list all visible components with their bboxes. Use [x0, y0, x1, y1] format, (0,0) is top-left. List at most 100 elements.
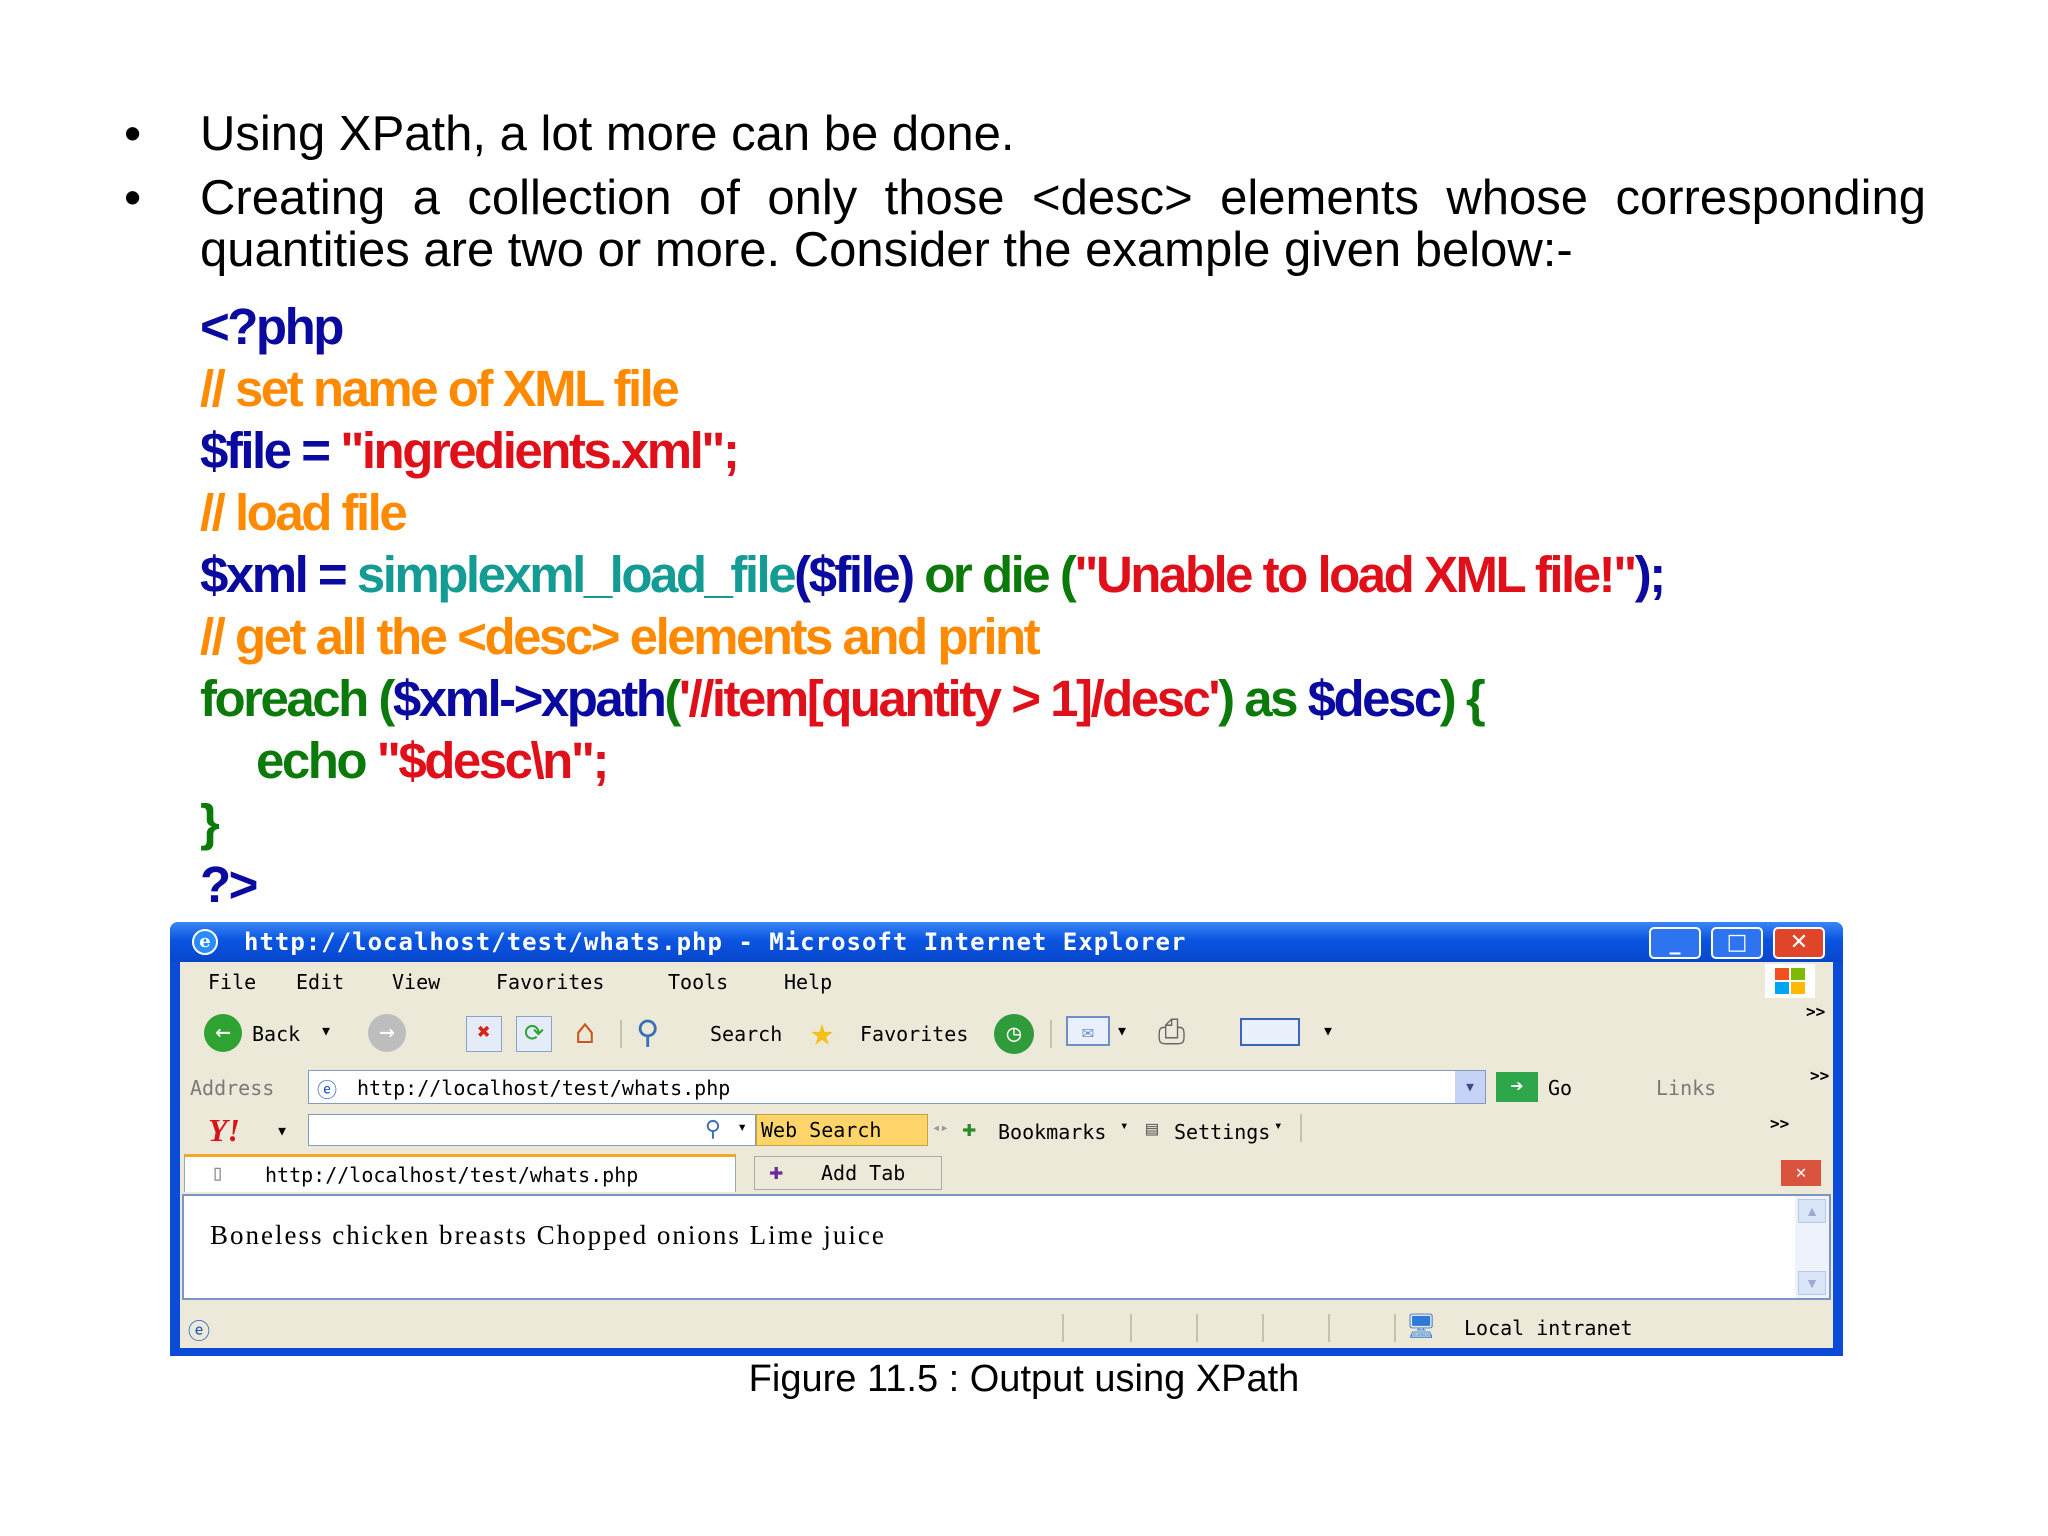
status-separator — [1328, 1314, 1330, 1342]
code-token: "ingredients.xml"; — [340, 422, 740, 479]
code-token: $xml->xpath — [392, 670, 667, 727]
home-icon[interactable]: ⌂ — [564, 1014, 606, 1052]
back-button[interactable]: Back — [252, 1022, 300, 1046]
code-line: ?> — [200, 856, 258, 913]
menu-edit[interactable]: Edit — [296, 970, 344, 994]
address-field[interactable]: ⓔ http://localhost/test/whats.php ▾ — [308, 1070, 1486, 1104]
bookmarks-dropdown-icon[interactable]: ▾ — [1120, 1118, 1128, 1134]
bullet-list: • Using XPath, a lot more can be done. •… — [116, 108, 1926, 288]
code-comment: // load file — [200, 484, 408, 541]
back-dropdown-icon[interactable]: ▾ — [320, 1018, 332, 1042]
edit-dropdown-icon[interactable]: ▾ — [1322, 1018, 1334, 1042]
code-token: ( — [1059, 546, 1077, 603]
print-icon[interactable]: ⎙ — [1158, 1014, 1208, 1050]
address-label: Address — [190, 1076, 275, 1100]
bookmarks-button[interactable]: Bookmarks — [998, 1120, 1106, 1144]
close-button[interactable]: ✕ — [1773, 927, 1825, 959]
status-separator — [1130, 1314, 1132, 1342]
links-label[interactable]: Links — [1656, 1076, 1716, 1100]
ie-icon: e — [192, 929, 218, 955]
tab-active[interactable]: ▯ http://localhost/test/whats.php — [184, 1154, 736, 1192]
back-arrow-icon[interactable]: ← — [204, 1014, 242, 1052]
go-button[interactable]: Go — [1548, 1076, 1572, 1100]
page-icon: ⓔ — [317, 1078, 337, 1102]
scroll-down-icon[interactable]: ▼ — [1798, 1271, 1826, 1295]
refresh-icon[interactable]: ⟳ — [516, 1016, 552, 1052]
toolbar-separator — [1300, 1114, 1302, 1142]
search-button[interactable]: Search — [710, 1022, 782, 1046]
code-token: echo — [256, 732, 377, 789]
bullet-text: Using XPath, a lot more can be done. — [200, 107, 1015, 161]
add-tab-button[interactable]: ✚ Add Tab — [754, 1156, 942, 1190]
add-tab-icon: ✚ — [769, 1157, 784, 1185]
code-token: "Unable to load XML file!" — [1074, 546, 1637, 603]
toolbar-separator — [1050, 1020, 1052, 1048]
bookmarks-icon: ✚ — [962, 1114, 977, 1142]
search-icon: ⚲ — [704, 1117, 721, 1142]
status-separator — [1062, 1314, 1064, 1342]
close-tab-icon[interactable]: ✕ — [1781, 1160, 1821, 1186]
menu-help[interactable]: Help — [784, 970, 832, 994]
code-token: ) — [898, 546, 925, 603]
tab-title: http://localhost/test/whats.php — [265, 1163, 639, 1187]
standard-toolbar: ← Back ▾ → ✖ ⟳ ⌂ ⚲ Search ★ Favorites ◷ … — [180, 1002, 1833, 1064]
code-line: echo "$desc\n"; — [200, 730, 1664, 792]
page-status-icon: ⓔ — [188, 1320, 211, 1345]
code-token: $file — [200, 422, 292, 479]
yahoo-toolbar: Y! ▾ ⚲ ▾ Web Search ◂▸ ✚ Bookmarks ▾ ▤ S… — [180, 1110, 1833, 1150]
title-bar[interactable]: e http://localhost/test/whats.php - Micr… — [170, 922, 1843, 962]
menu-favorites[interactable]: Favorites — [496, 970, 604, 994]
bullet-marker: • — [124, 171, 142, 225]
mail-icon[interactable]: ✉ — [1066, 1016, 1110, 1046]
code-line: } — [200, 794, 220, 851]
page-output-text: Boneless chicken breasts Chopped onions … — [210, 1220, 886, 1250]
code-token: ) { — [1439, 670, 1486, 727]
yahoo-logo[interactable]: Y! — [208, 1112, 240, 1149]
scroll-arrows-icon: ◂▸ — [932, 1120, 949, 1136]
links-chevron[interactable]: >> — [1810, 1066, 1829, 1085]
browser-window: e http://localhost/test/whats.php - Micr… — [170, 922, 1843, 1356]
stop-icon[interactable]: ✖ — [466, 1016, 502, 1052]
code-token: ( — [794, 546, 811, 603]
bullet-item: • Creating a collection of only those <d… — [116, 172, 1926, 276]
maximize-button[interactable]: □ — [1711, 927, 1763, 959]
yahoo-dropdown-icon[interactable]: ▾ — [276, 1118, 288, 1142]
scroll-up-icon[interactable]: ▲ — [1798, 1199, 1826, 1223]
menu-tools[interactable]: Tools — [668, 970, 728, 994]
yahoo-overflow-chevron[interactable]: >> — [1770, 1114, 1789, 1133]
history-icon[interactable]: ◷ — [994, 1014, 1034, 1054]
toolbar-overflow-chevron[interactable]: >> — [1806, 1002, 1825, 1021]
intranet-icon: 🖥 — [1406, 1312, 1437, 1340]
code-comment: // get all the <desc> elements and print — [200, 608, 1041, 665]
code-token: foreach ( — [200, 670, 395, 727]
search-icon[interactable]: ⚲ — [636, 1012, 676, 1052]
page-icon: ▯ — [211, 1161, 225, 1186]
yahoo-search-input[interactable]: ⚲ ▾ — [308, 1114, 756, 1146]
code-token: $xml — [200, 546, 309, 603]
windows-logo-icon — [1765, 964, 1815, 998]
web-search-button[interactable]: Web Search — [756, 1114, 928, 1146]
menu-bar: File Edit View Favorites Tools Help — [180, 962, 1833, 1000]
menu-view[interactable]: View — [392, 970, 440, 994]
code-line: <?php — [200, 298, 344, 355]
settings-dropdown-icon[interactable]: ▾ — [1274, 1118, 1282, 1134]
code-token: = — [306, 546, 357, 603]
forward-arrow-icon[interactable]: → — [368, 1014, 406, 1052]
settings-button[interactable]: Settings — [1174, 1120, 1270, 1144]
vertical-scrollbar[interactable]: ▲ ▼ — [1795, 1196, 1829, 1298]
code-token: simplexml_load_file — [356, 546, 797, 603]
minimize-button[interactable]: _ — [1649, 927, 1701, 959]
address-dropdown-icon[interactable]: ▾ — [1455, 1071, 1485, 1103]
mail-dropdown-icon[interactable]: ▾ — [1116, 1018, 1128, 1042]
menu-file[interactable]: File — [208, 970, 256, 994]
page-content: Boneless chicken breasts Chopped onions … — [182, 1194, 1831, 1300]
favorites-button[interactable]: Favorites — [860, 1022, 968, 1046]
code-line: $file = "ingredients.xml"; — [200, 420, 1664, 482]
edit-icon[interactable] — [1240, 1018, 1300, 1046]
favorites-star-icon[interactable]: ★ — [810, 1010, 834, 1054]
code-token: ( — [664, 670, 681, 727]
search-dropdown-icon[interactable]: ▾ — [737, 1117, 747, 1136]
address-input[interactable]: http://localhost/test/whats.php — [357, 1076, 730, 1100]
toolbar-separator — [620, 1020, 622, 1048]
go-arrow-icon[interactable]: ➔ — [1496, 1072, 1538, 1102]
